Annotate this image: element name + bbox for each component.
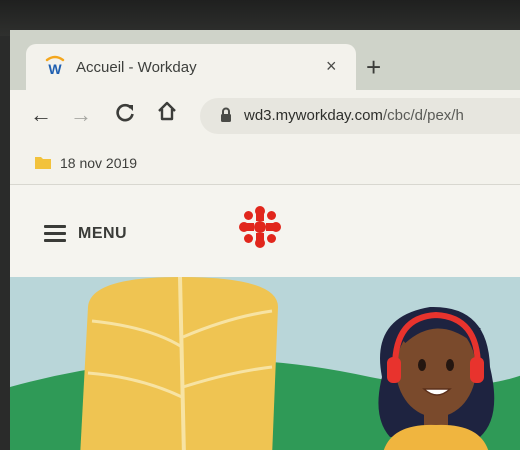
leaf-shape [80, 276, 278, 450]
bookmarks-bar: 18 nov 2019 [10, 142, 520, 185]
person-with-headphones-illustration [378, 306, 495, 450]
bookmark-item-label[interactable]: 18 nov 2019 [60, 155, 137, 171]
hero-illustration [10, 276, 520, 450]
tab-strip: W Accueil - Workday × + [10, 30, 520, 90]
browser-toolbar: ← → wd3.myworkday.com/cbc/d/pex/h [10, 90, 520, 142]
url-text: wd3.myworkday.com/cbc/d/pex/h [244, 107, 464, 124]
svg-text:W: W [48, 61, 62, 76]
menu-button[interactable]: MENU [44, 221, 127, 246]
hamburger-icon [44, 221, 66, 246]
home-icon[interactable] [156, 100, 178, 128]
menu-label: MENU [78, 224, 128, 242]
close-tab-icon[interactable]: × [326, 56, 337, 77]
hero-artwork [10, 276, 520, 450]
reload-icon[interactable] [114, 102, 136, 130]
address-bar[interactable]: wd3.myworkday.com/cbc/d/pex/h [200, 98, 520, 134]
tab-title: Accueil - Workday [76, 59, 197, 76]
new-tab-icon[interactable]: + [366, 54, 381, 80]
url-path: /cbc/d/pex/h [382, 107, 464, 124]
workday-logo-icon: W [44, 54, 66, 76]
cbc-gem-logo[interactable] [236, 203, 284, 256]
back-arrow-icon[interactable]: ← [30, 102, 52, 128]
site-header: MENU [10, 185, 520, 277]
folder-icon [34, 154, 52, 175]
browser-window: W Accueil - Workday × + ← → wd3.myworkda… [10, 30, 520, 450]
forward-arrow-icon[interactable]: → [70, 102, 92, 128]
lock-icon [220, 107, 232, 128]
url-host: wd3.myworkday.com [244, 107, 383, 124]
browser-tab[interactable]: W Accueil - Workday × [26, 44, 356, 90]
